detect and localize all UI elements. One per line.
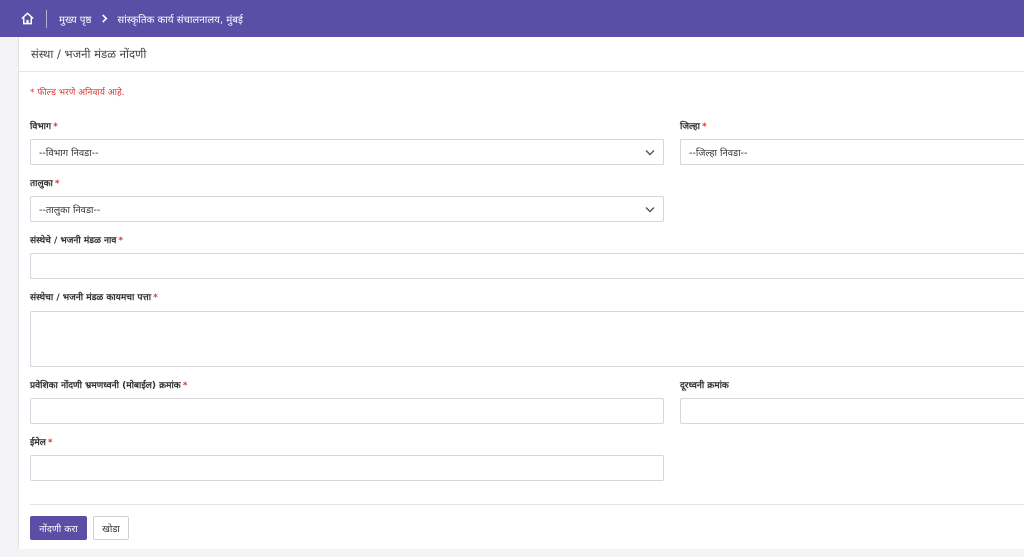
- phone-input[interactable]: [680, 398, 1024, 424]
- email-input[interactable]: [30, 455, 664, 481]
- required-star: *: [182, 381, 188, 391]
- registration-card: संस्था / भजनी मंडळ नोंदणी * फील्ड भरणे अ…: [18, 37, 1024, 549]
- chevron-right-icon: [101, 14, 108, 23]
- division-label: विभाग *: [30, 122, 58, 132]
- home-icon[interactable]: [18, 10, 36, 28]
- top-nav-bar: मुख्य पृष्ठ सांस्कृतिक कार्य संचालनालय, …: [0, 0, 1024, 37]
- email-label: ईमेल *: [30, 438, 53, 448]
- mobile-input[interactable]: [30, 398, 664, 424]
- mobile-label: प्रवेशिका नोंदणी भ्रमणध्वनी (मोबाईल) क्र…: [30, 381, 188, 391]
- breadcrumb-divider: [46, 9, 47, 28]
- address-textarea[interactable]: [30, 311, 1024, 367]
- required-star: *: [47, 438, 53, 448]
- chevron-down-icon: [645, 206, 655, 213]
- required-note: * फील्ड भरणे अनिवार्य आहे.: [30, 88, 125, 98]
- submit-button[interactable]: नोंदणी करा: [30, 516, 87, 540]
- reset-button[interactable]: खोडा: [93, 516, 129, 540]
- division-select[interactable]: --विभाग निवडा--: [30, 139, 664, 165]
- breadcrumb-current: सांस्कृतिक कार्य संचालनालय, मुंबई: [117, 14, 243, 26]
- required-star: *: [118, 236, 124, 246]
- required-star: *: [53, 122, 58, 132]
- required-star: *: [702, 122, 707, 132]
- district-select[interactable]: --जिल्हा निवडा--: [680, 139, 1024, 165]
- phone-label: दूरध्वनी क्रमांक: [680, 381, 729, 391]
- chevron-down-icon: [645, 149, 655, 156]
- org-name-input[interactable]: [30, 253, 1024, 279]
- org-name-label: संस्थेचे / भजनी मंडळ नाव *: [30, 236, 124, 246]
- page-title: संस्था / भजनी मंडळ नोंदणी: [19, 37, 1024, 72]
- breadcrumb-home-link[interactable]: मुख्य पृष्ठ: [59, 12, 91, 26]
- address-label: संस्थेचा / भजनी मंडळ कायमचा पत्ता *: [30, 293, 158, 303]
- required-star: *: [153, 293, 158, 303]
- taluka-select[interactable]: --तालुका निवडा--: [30, 196, 664, 222]
- district-label: जिल्हा *: [680, 122, 707, 132]
- taluka-label: तालुका *: [30, 179, 60, 189]
- required-star: *: [54, 179, 60, 189]
- form-divider: [30, 504, 1024, 505]
